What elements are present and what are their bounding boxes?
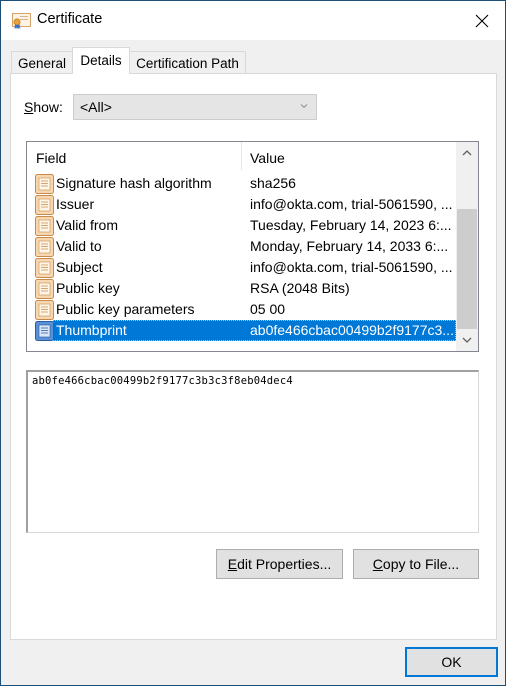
show-label: Show: bbox=[24, 99, 63, 115]
listview-row[interactable]: Valid from Tuesday, February 14, 2023 6:.… bbox=[34, 215, 456, 236]
certificate-field-icon bbox=[35, 216, 54, 236]
field-name: Valid to bbox=[56, 238, 102, 254]
scroll-thumb[interactable] bbox=[457, 209, 477, 329]
listview-row[interactable]: Signature hash algorithm sha256 bbox=[34, 173, 456, 194]
listview-row[interactable]: Valid to Monday, February 14, 2033 6:... bbox=[34, 236, 456, 257]
tab-details-label: Details bbox=[80, 53, 122, 68]
certificate-field-icon bbox=[35, 237, 54, 257]
certificate-icon bbox=[12, 13, 31, 30]
certificate-field-icon bbox=[35, 258, 54, 278]
chevron-up-icon bbox=[462, 150, 472, 156]
column-header-field[interactable]: Field bbox=[36, 150, 66, 166]
certificate-field-icon bbox=[35, 300, 54, 320]
show-label-accel: S bbox=[24, 99, 34, 115]
column-divider[interactable] bbox=[241, 142, 242, 170]
field-value: Tuesday, February 14, 2023 6:... bbox=[250, 217, 452, 233]
certificate-field-icon bbox=[35, 321, 54, 341]
field-value: ab0fe466cbac00499b2f9177c3... bbox=[250, 322, 454, 338]
certificate-field-icon bbox=[35, 174, 54, 194]
tab-general-label: General bbox=[17, 56, 67, 71]
fields-listview[interactable]: Field Value Signature hash algorithm sha2… bbox=[26, 141, 479, 352]
field-value: info@okta.com, trial-5061590, ... bbox=[250, 259, 453, 275]
show-dropdown[interactable]: <All> bbox=[73, 94, 317, 120]
listview-scrollbar[interactable] bbox=[456, 142, 478, 351]
edit-properties-label: dit Properties... bbox=[237, 556, 332, 572]
field-name: Public key bbox=[56, 280, 120, 296]
scroll-down-button[interactable] bbox=[456, 329, 478, 351]
scroll-up-button[interactable] bbox=[456, 142, 478, 164]
field-value: Monday, February 14, 2033 6:... bbox=[250, 238, 449, 254]
chevron-down-icon bbox=[300, 104, 308, 109]
field-detail-text: ab0fe466cbac00499b2f9177c3b3c3f8eb04dec4 bbox=[32, 375, 293, 387]
certificate-field-icon bbox=[35, 195, 54, 215]
field-value: 05 00 bbox=[250, 301, 286, 317]
field-detail-textbox[interactable]: ab0fe466cbac00499b2f9177c3b3c3f8eb04dec4 bbox=[26, 370, 479, 533]
listview-row[interactable]: Public key RSA (2048 Bits) bbox=[34, 278, 456, 299]
show-selected-value: <All> bbox=[80, 99, 112, 115]
copy-to-file-accel: C bbox=[372, 556, 383, 572]
tab-certification-path[interactable]: Certification Path bbox=[129, 51, 246, 75]
field-value: info@okta.com, trial-5061590, ... bbox=[250, 196, 453, 212]
ok-button[interactable]: OK bbox=[405, 647, 498, 677]
field-value: sha256 bbox=[250, 175, 296, 191]
field-name: Valid from bbox=[56, 217, 118, 233]
chevron-down-icon bbox=[462, 337, 472, 343]
certificate-dialog: Certificate General Details Certificatio… bbox=[0, 0, 506, 686]
close-button[interactable] bbox=[459, 1, 505, 40]
edit-properties-button[interactable]: Edit Properties... bbox=[216, 549, 343, 579]
tab-certification-path-label: Certification Path bbox=[136, 56, 239, 71]
field-name: Signature hash algorithm bbox=[56, 175, 212, 191]
title-bar: Certificate bbox=[1, 1, 505, 40]
listview-row[interactable]: Public key parameters 05 00 bbox=[34, 299, 456, 320]
ok-label: OK bbox=[441, 654, 462, 670]
listview-row[interactable]: Issuer info@okta.com, trial-5061590, ... bbox=[34, 194, 456, 215]
window-title: Certificate bbox=[37, 11, 103, 27]
tab-general[interactable]: General bbox=[11, 51, 73, 75]
show-label-rest: how: bbox=[33, 99, 63, 115]
copy-to-file-button[interactable]: Copy to File... bbox=[353, 549, 479, 579]
field-name: Subject bbox=[56, 259, 103, 275]
listview-header: Field Value bbox=[27, 142, 456, 174]
certificate-field-icon bbox=[35, 279, 54, 299]
listview-row[interactable]: Subject info@okta.com, trial-5061590, ... bbox=[34, 257, 456, 278]
field-name: Thumbprint bbox=[56, 322, 127, 338]
edit-properties-accel: E bbox=[227, 556, 238, 572]
field-name: Public key parameters bbox=[56, 301, 195, 317]
tab-details[interactable]: Details bbox=[72, 47, 130, 74]
copy-to-file-label: opy to File... bbox=[382, 556, 460, 572]
close-icon bbox=[475, 14, 489, 27]
column-header-value[interactable]: Value bbox=[250, 150, 285, 166]
field-value: RSA (2048 Bits) bbox=[250, 280, 350, 296]
listview-row[interactable]: Thumbprint ab0fe466cbac00499b2f9177c3... bbox=[34, 320, 456, 341]
field-name: Issuer bbox=[56, 196, 95, 212]
